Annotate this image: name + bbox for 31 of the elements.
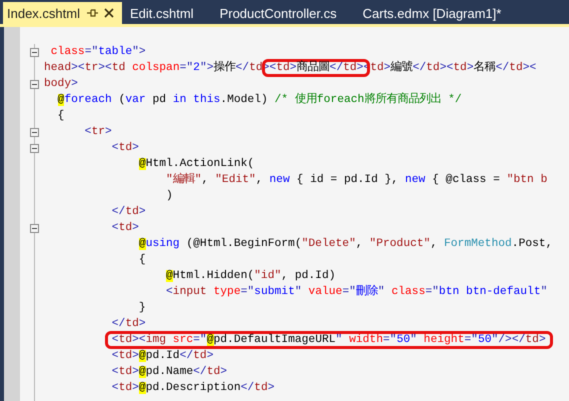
editor-tab[interactable]: Edit.cshtml [126, 2, 216, 24]
code-text: body> [44, 76, 78, 92]
code-text: <td>@pd.Description</td> [112, 380, 275, 396]
code-text: { [138, 252, 146, 268]
code-text: <td>@pd.Name</td> [112, 364, 228, 380]
code-text: <input type="submit" value="刪除" class="btn btn-default" [166, 284, 548, 300]
highlighted-code: <td><img src="@pd.DefaultImageURL" width="50" height="50"/></td> [104, 331, 553, 349]
collapse-icon[interactable] [30, 48, 39, 56]
code-text: @using (@Html.BeginForm("Delete", "Product", FormMethod.Post, [138, 236, 552, 252]
editor-tab[interactable]: Carts.edmx [Diagram1]* [358, 2, 524, 24]
close-icon[interactable] [104, 8, 114, 18]
code-text: </td> [112, 316, 146, 332]
collapse-icon[interactable] [30, 80, 39, 88]
code-text: class="table"> [50, 44, 146, 60]
code-text: { [58, 108, 64, 124]
editor-tab[interactable]: ProductController.cs [216, 2, 359, 24]
code-text: <tr> [84, 125, 112, 140]
editor-tab[interactable]: Index.cshtml [3, 2, 122, 24]
code-text: } [138, 300, 146, 316]
collapse-icon[interactable] [30, 224, 39, 232]
code-text: </td> [112, 204, 146, 220]
collapse-icon[interactable] [30, 128, 39, 136]
code-text: @Html.ActionLink( [138, 156, 254, 172]
code-text: <td> [112, 220, 139, 236]
code-text: ) [166, 188, 173, 204]
code-text: <td>@pd.Id</td> [112, 348, 214, 364]
code-text: @Html.Hidden("id", pd.Id) [166, 268, 336, 284]
code-text: <td> [112, 140, 139, 156]
collapse-icon[interactable] [30, 144, 39, 152]
code-text: "編輯", "Edit", new { id = pd.Id }, new { @class = "btn b [166, 172, 548, 188]
pin-icon[interactable] [86, 8, 98, 18]
